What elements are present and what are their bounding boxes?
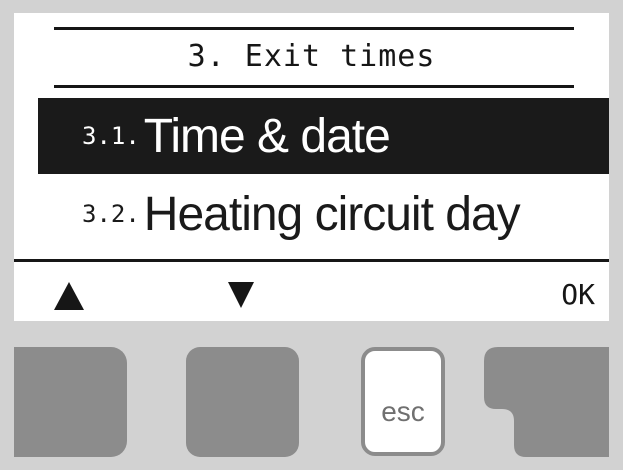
header-top-divider xyxy=(54,27,574,30)
hardware-button-ok[interactable] xyxy=(484,347,609,457)
menu-title: 3. Exit times xyxy=(187,39,436,74)
menu-item-time-date[interactable]: 3.1. Time & date xyxy=(38,98,609,174)
menu-item-label: Heating circuit day xyxy=(143,187,521,241)
ok-button-shape xyxy=(484,347,609,457)
controller-device: 3. Exit times 3.1. Time & date 3.2. Heat… xyxy=(0,0,623,470)
header-bottom-divider xyxy=(54,85,574,88)
hardware-button-up[interactable] xyxy=(14,347,127,457)
menu-item-number: 3.1. xyxy=(82,122,140,150)
menu-item-label: Time & date xyxy=(143,109,391,163)
up-arrow-icon[interactable] xyxy=(54,282,84,310)
esc-button[interactable]: esc xyxy=(361,347,445,456)
menu-item-number: 3.2. xyxy=(82,200,140,228)
lcd-screen: 3. Exit times 3.1. Time & date 3.2. Heat… xyxy=(14,13,609,321)
softkey-divider xyxy=(14,259,609,262)
esc-button-label: esc xyxy=(381,396,425,427)
down-arrow-icon[interactable] xyxy=(228,282,254,308)
ok-softkey-label[interactable]: OK xyxy=(561,278,595,311)
softkey-bar: OK xyxy=(14,268,609,318)
hardware-button-down[interactable] xyxy=(186,347,299,457)
menu-item-heating-circuit-day[interactable]: 3.2. Heating circuit day xyxy=(38,176,609,252)
